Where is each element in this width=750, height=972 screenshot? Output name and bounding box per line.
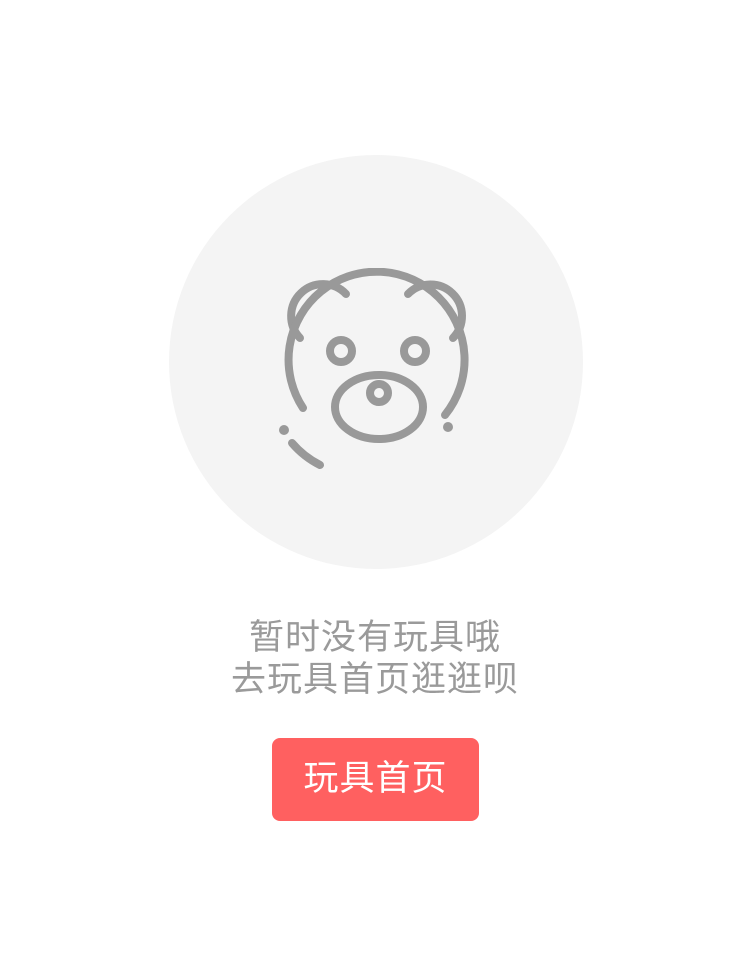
toy-home-button[interactable]: 玩具首页 xyxy=(272,738,479,821)
empty-message-line-1: 暂时没有玩具哦 xyxy=(248,618,501,658)
empty-message-line-2: 去玩具首页逛逛呗 xyxy=(230,660,519,700)
empty-state: 暂时没有玩具哦 去玩具首页逛逛呗 玩具首页 xyxy=(0,0,750,972)
teddy-bear-icon xyxy=(279,268,469,469)
